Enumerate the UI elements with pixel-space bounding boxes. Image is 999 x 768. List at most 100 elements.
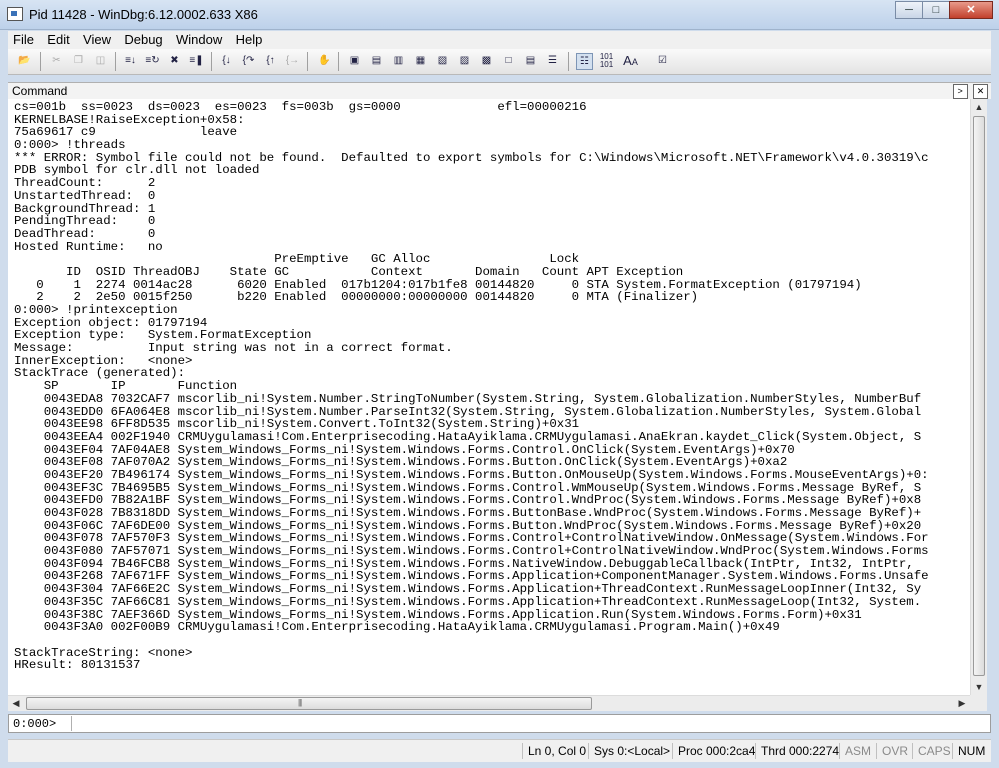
- scroll-right-icon[interactable]: ▶: [954, 696, 970, 711]
- command-input-row: 0:000>: [8, 714, 991, 733]
- output-line: StackTraceString: <none>: [14, 645, 193, 660]
- restart-icon[interactable]: ≡↻: [144, 53, 161, 70]
- toolbar-separator: [40, 52, 41, 71]
- minimize-button[interactable]: ─: [895, 1, 923, 19]
- scroll-up-icon[interactable]: ▲: [971, 99, 987, 115]
- output-line: 0043EF20 7B496174 System_Windows_Forms_n…: [14, 467, 929, 482]
- open-icon[interactable]: 📂: [16, 53, 33, 70]
- options-icon[interactable]: ☑: [654, 53, 671, 70]
- status-asm: ASM: [839, 743, 871, 759]
- run-to-cursor-icon[interactable]: {→: [284, 53, 301, 70]
- toolbar-separator: [115, 52, 116, 71]
- disassembly-icon[interactable]: ▩: [478, 53, 495, 70]
- step-over-icon[interactable]: {↷: [240, 53, 257, 70]
- output-line: 0:000> !threads: [14, 138, 126, 153]
- menu-edit[interactable]: Edit: [42, 31, 74, 47]
- command-panel-header: Command > ✕: [8, 82, 991, 99]
- output-line: 0043F3A0 002F00B9 CRMUygulamasi!Com.Ente…: [14, 620, 780, 635]
- status-ovr: OVR: [876, 743, 908, 759]
- registers-window-icon[interactable]: ▦: [412, 53, 429, 70]
- status-thread: Thrd 000:2274: [755, 743, 839, 759]
- output-line: HResult: 80131537: [14, 658, 141, 673]
- output-line: PendingThread: 0: [14, 214, 156, 229]
- maximize-button[interactable]: □: [922, 1, 950, 19]
- output-line: SP IP Function: [14, 379, 238, 394]
- horizontal-scrollbar[interactable]: ◀ ||| ▶: [8, 695, 970, 711]
- step-out-icon[interactable]: {↑: [262, 53, 279, 70]
- panel-title: Command: [12, 84, 68, 98]
- hex-display-icon[interactable]: 101 101: [598, 53, 615, 70]
- scrollbar-corner: [970, 695, 987, 711]
- panel-menu-icon[interactable]: >: [952, 84, 968, 99]
- status-caps: CAPS: [912, 743, 951, 759]
- toolbar-separator: [307, 52, 308, 71]
- menu-debug[interactable]: Debug: [119, 31, 167, 47]
- memory-window-icon[interactable]: ▧: [434, 53, 451, 70]
- menu-view[interactable]: View: [78, 31, 116, 47]
- output-line: 0043F080 7AF57071 System_Windows_Forms_n…: [14, 544, 929, 559]
- output-line: UnstartedThread: 0: [14, 188, 156, 203]
- output-line: 0043EE98 6FF8D535 mscorlib_ni!System.Con…: [14, 417, 580, 432]
- scroll-down-icon[interactable]: ▼: [971, 679, 987, 695]
- output-line: 0043F35C 7AF66C81 System_Windows_Forms_n…: [14, 594, 922, 609]
- output-line: cs=001b ss=0023 ds=0023 es=0023 fs=003b …: [14, 100, 587, 114]
- command-output[interactable]: cs=001b ss=0023 ds=0023 es=0023 fs=003b …: [8, 99, 970, 695]
- output-line: 0:000> !printexception: [14, 303, 178, 317]
- output-line: PDB symbol for clr.dll not loaded: [14, 163, 260, 178]
- output-line: ID OSID ThreadOBJ State GC Context Domai…: [14, 264, 684, 279]
- window-title: Pid 11428 - WinDbg:6.12.0002.633 X86: [29, 7, 258, 22]
- copy-icon[interactable]: ❐: [70, 53, 87, 70]
- scroll-grip-icon: |||: [298, 698, 302, 707]
- command-window-icon[interactable]: ▣: [346, 53, 363, 70]
- horizontal-scroll-thumb[interactable]: [26, 697, 592, 710]
- command-input[interactable]: [75, 716, 975, 731]
- font-icon[interactable]: AA: [622, 53, 639, 70]
- input-separator: [71, 716, 72, 731]
- output-line: 0043EDA8 7032CAF7 mscorlib_ni!System.Num…: [14, 391, 922, 406]
- locals-window-icon[interactable]: ▥: [390, 53, 407, 70]
- break-icon[interactable]: ≡❚: [188, 53, 205, 70]
- cut-icon[interactable]: ✂: [48, 53, 65, 70]
- call-stack-icon[interactable]: ▨: [456, 53, 473, 70]
- menu-file[interactable]: File: [8, 31, 39, 47]
- toolbar-separator: [568, 52, 569, 71]
- list-window-icon[interactable]: ☰: [544, 53, 561, 70]
- status-num: NUM: [952, 743, 985, 759]
- output-text: cs=001b ss=0023 ds=0023 es=0023 fs=003b …: [8, 99, 970, 672]
- panel-controls: > ✕: [951, 83, 988, 99]
- status-bar: Ln 0, Col 0 Sys 0:<Local> Proc 000:2ca4 …: [8, 739, 991, 762]
- title-bar: Pid 11428 - WinDbg:6.12.0002.633 X86 ─ □…: [0, 0, 999, 30]
- toolbar-separator: [211, 52, 212, 71]
- watch-window-icon[interactable]: ▤: [368, 53, 385, 70]
- stop-debugging-icon[interactable]: ✖: [166, 53, 183, 70]
- window-controls: ─ □ ✕: [895, 1, 993, 19]
- vertical-scrollbar[interactable]: ▲ ▼: [970, 99, 987, 695]
- menu-help[interactable]: Help: [231, 31, 268, 47]
- scroll-left-icon[interactable]: ◀: [8, 696, 24, 711]
- toolbar: 📂 ✂ ❐ ◫ ≡↓ ≡↻ ✖ ≡❚ {↓ {↷ {↑ {→ ✋ ▣ ▤ ▥ ▦…: [8, 49, 991, 75]
- scratch-pad-icon[interactable]: □: [500, 53, 517, 70]
- menu-window[interactable]: Window: [171, 31, 227, 47]
- close-button[interactable]: ✕: [949, 1, 993, 19]
- panel-close-icon[interactable]: ✕: [973, 84, 988, 99]
- paste-icon[interactable]: ◫: [92, 53, 109, 70]
- windbg-app-icon[interactable]: [7, 7, 23, 21]
- output-line: 0043EEA4 002F1940 CRMUygulamasi!Com.Ente…: [14, 429, 922, 444]
- vertical-scroll-thumb[interactable]: [973, 116, 985, 676]
- step-into-icon[interactable]: {↓: [218, 53, 235, 70]
- processes-threads-icon[interactable]: ▤: [522, 53, 539, 70]
- output-line: Message: Input string was not in a corre…: [14, 341, 453, 356]
- status-process: Proc 000:2ca4: [672, 743, 755, 759]
- output-line: 0043F304 7AF66E2C System_Windows_Forms_n…: [14, 582, 922, 597]
- go-icon[interactable]: ≡↓: [122, 53, 139, 70]
- output-line: DeadThread: 0: [14, 226, 156, 241]
- status-position: Ln 0, Col 0: [522, 743, 586, 759]
- menu-bar: File Edit View Debug Window Help: [8, 31, 991, 49]
- hand-icon[interactable]: ✋: [316, 53, 333, 70]
- output-line: 0043F028 7B8318DD System_Windows_Forms_n…: [14, 506, 922, 520]
- output-line: 75a69617 c9 leave: [14, 125, 238, 140]
- source-mode-icon[interactable]: ☷: [576, 53, 593, 70]
- output-line: ThreadCount: 2: [14, 176, 156, 191]
- command-prompt: 0:000>: [13, 717, 57, 731]
